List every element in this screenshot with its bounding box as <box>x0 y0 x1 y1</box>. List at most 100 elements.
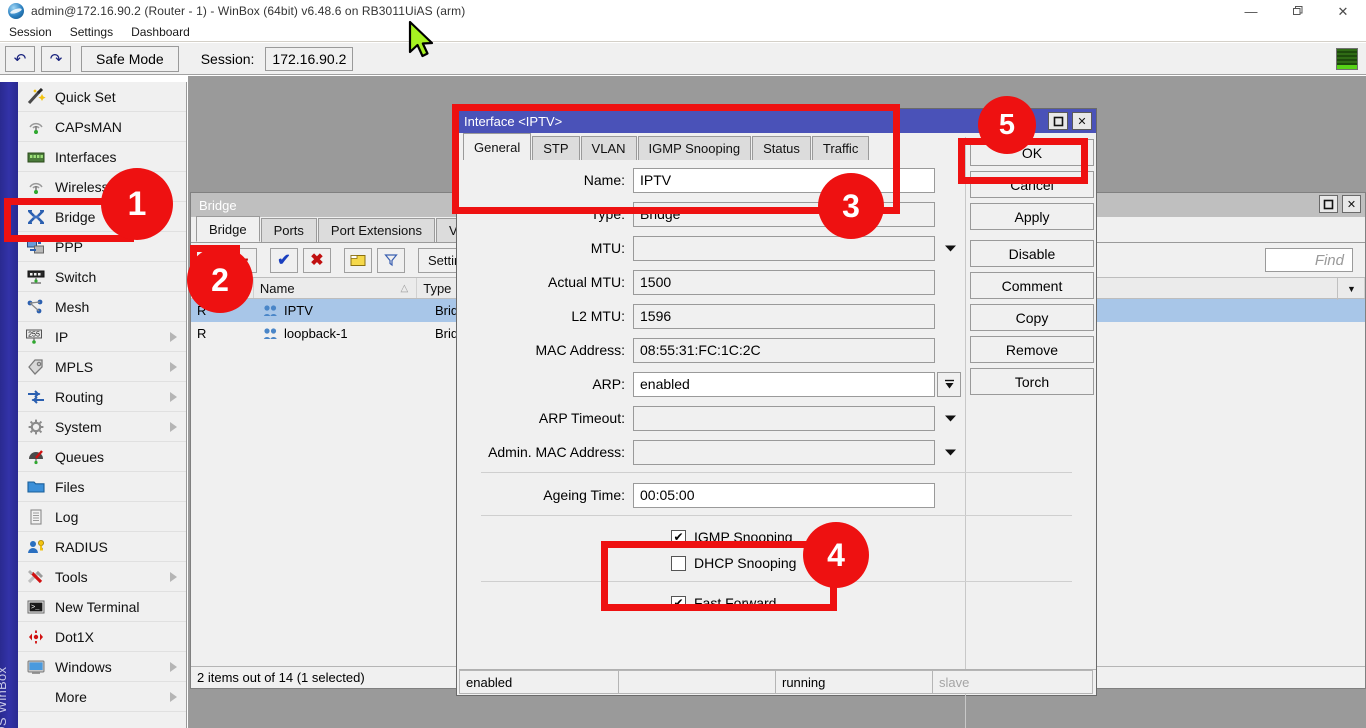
sidebar-item-capsman[interactable]: CAPsMAN <box>18 112 186 142</box>
sidebar-item-files[interactable]: Files <box>18 472 186 502</box>
tab-vlan[interactable]: VLAN <box>581 136 637 160</box>
minimize-icon[interactable]: — <box>1228 0 1274 22</box>
apply-button[interactable]: Apply <box>970 203 1094 230</box>
sidebar-item-label: IP <box>55 329 68 345</box>
torch-button[interactable]: Torch <box>970 368 1094 395</box>
dhcp-snooping-checkbox-row[interactable]: DHCP Snooping <box>457 550 1096 576</box>
sidebar-item-switch[interactable]: Switch <box>18 262 186 292</box>
sidebar-item-label: New Terminal <box>55 599 140 615</box>
sidebar-item-interfaces[interactable]: Interfaces <box>18 142 186 172</box>
remove-bridge-button[interactable]: − <box>229 248 257 273</box>
find-input[interactable]: Find <box>1265 248 1353 272</box>
column-chooser-dropdown-icon[interactable]: ▼ <box>1337 278 1365 300</box>
bridge-icon <box>24 206 48 228</box>
row-name: loopback-1 <box>284 326 348 341</box>
admin-mac-address-field[interactable] <box>633 440 935 465</box>
sidebar-item-mesh[interactable]: Mesh <box>18 292 186 322</box>
redo-arrow-icon[interactable]: ↷ <box>41 46 71 72</box>
tab-igmp-snooping[interactable]: IGMP Snooping <box>638 136 752 160</box>
enable-bridge-button[interactable]: ✔ <box>270 248 298 273</box>
sidebar-item-radius[interactable]: RADIUS <box>18 532 186 562</box>
arp-timeout-field-label: ARP Timeout: <box>457 410 633 426</box>
sidebar-item-system[interactable]: System <box>18 412 186 442</box>
igmp-snooping-checkbox[interactable]: ✔ <box>671 530 686 545</box>
form-divider-3 <box>481 581 1072 582</box>
menu-item-settings[interactable]: Settings <box>61 22 122 42</box>
interface-restore-icon[interactable] <box>1048 112 1068 130</box>
sort-ascending-icon: △ <box>401 283 409 294</box>
sidebar-item-quick-set[interactable]: Quick Set <box>18 82 186 112</box>
sidebar-item-log[interactable]: Log <box>18 502 186 532</box>
bridge-close-icon[interactable]: ✕ <box>1342 195 1361 213</box>
dropdown-arrow-icon[interactable] <box>937 372 961 397</box>
bridge-restore-icon[interactable] <box>1319 195 1338 213</box>
sidebar-item-windows[interactable]: Windows <box>18 652 186 682</box>
name-field[interactable]: IPTV <box>633 168 935 193</box>
restore-glyph <box>1291 5 1303 17</box>
tab-general[interactable]: General <box>463 133 531 160</box>
mtu-field-label: MTU: <box>457 240 633 256</box>
session-value[interactable]: 172.16.90.2 <box>265 47 353 71</box>
dhcp-snooping-checkbox-label: DHCP Snooping <box>694 555 796 571</box>
l2-mtu-field-label: L2 MTU: <box>457 308 633 324</box>
restore-icon[interactable] <box>1274 0 1320 22</box>
tab-status[interactable]: Status <box>752 136 811 160</box>
tab-traffic[interactable]: Traffic <box>812 136 869 160</box>
session-label: Session: <box>201 51 255 67</box>
add-bridge-button[interactable]: + <box>196 248 224 273</box>
cross-icon: ✖ <box>310 250 323 270</box>
sidebar-item-label: Bridge <box>55 209 95 225</box>
comment-button[interactable]: Comment <box>970 272 1094 299</box>
fast-forward-checkbox-row[interactable]: ✔Fast Forward <box>457 590 1096 616</box>
sidebar-item-mpls[interactable]: MPLS <box>18 352 186 382</box>
status-cell-1 <box>618 670 776 694</box>
chevron-right-icon <box>170 392 177 402</box>
sidebar-item-bridge[interactable]: Bridge <box>18 202 186 232</box>
igmp-snooping-checkbox-row[interactable]: ✔IGMP Snooping <box>457 524 1096 550</box>
disable-button[interactable]: Disable <box>970 240 1094 267</box>
sidebar-item-queues[interactable]: Queues <box>18 442 186 472</box>
bridge-tab-port-extensions[interactable]: Port Extensions <box>318 218 435 242</box>
filter-bridge-button[interactable] <box>377 248 405 273</box>
undo-arrow-icon[interactable]: ↶ <box>5 46 35 72</box>
column-name[interactable]: Name △ <box>254 278 417 298</box>
ok-button[interactable]: OK <box>970 139 1094 166</box>
disable-bridge-button[interactable]: ✖ <box>303 248 331 273</box>
comment-bridge-button[interactable] <box>344 248 372 273</box>
sidebar-item-tools[interactable]: Tools <box>18 562 186 592</box>
winbox-globe-icon <box>8 3 24 19</box>
dhcp-snooping-checkbox[interactable] <box>671 556 686 571</box>
sidebar-item-new-terminal[interactable]: >_New Terminal <box>18 592 186 622</box>
interface-dialog-controls: ✕ <box>1048 112 1092 130</box>
column-flag[interactable] <box>191 278 254 298</box>
bridge-tab-bridge[interactable]: Bridge <box>196 216 260 242</box>
menu-item-dashboard[interactable]: Dashboard <box>122 22 199 42</box>
sidebar-item-wireless[interactable]: Wireless <box>18 172 186 202</box>
chevron-right-icon <box>170 572 177 582</box>
sidebar-item-routing[interactable]: Routing <box>18 382 186 412</box>
sidebar-item-label: Mesh <box>55 299 89 315</box>
arp-timeout-field-row: ARP Timeout: <box>457 404 1096 432</box>
arp-timeout-field[interactable] <box>633 406 935 431</box>
chevron-down-icon[interactable] <box>938 236 962 261</box>
tab-stp[interactable]: STP <box>532 136 579 160</box>
menu-item-session[interactable]: Session <box>0 22 61 42</box>
close-icon[interactable]: ✕ <box>1320 0 1366 22</box>
sidebar-item-label: PPP <box>55 239 83 255</box>
sidebar-item-ip[interactable]: 255IP <box>18 322 186 352</box>
safe-mode-button[interactable]: Safe Mode <box>81 46 179 72</box>
mtu-field[interactable] <box>633 236 935 261</box>
remove-button[interactable]: Remove <box>970 336 1094 363</box>
cancel-button[interactable]: Cancel <box>970 171 1094 198</box>
ageing-time-field[interactable]: 00:05:00 <box>633 483 935 508</box>
bridge-tab-ports[interactable]: Ports <box>261 218 317 242</box>
chevron-down-icon[interactable] <box>938 440 962 465</box>
chevron-down-icon[interactable] <box>938 406 962 431</box>
fast-forward-checkbox[interactable]: ✔ <box>671 596 686 611</box>
arp-field[interactable]: enabled <box>633 372 935 397</box>
sidebar-item-more[interactable]: More <box>18 682 186 712</box>
sidebar-item-dot1x[interactable]: Dot1X <box>18 622 186 652</box>
copy-button[interactable]: Copy <box>970 304 1094 331</box>
interface-close-icon[interactable]: ✕ <box>1072 112 1092 130</box>
sidebar-item-ppp[interactable]: PPP <box>18 232 186 262</box>
